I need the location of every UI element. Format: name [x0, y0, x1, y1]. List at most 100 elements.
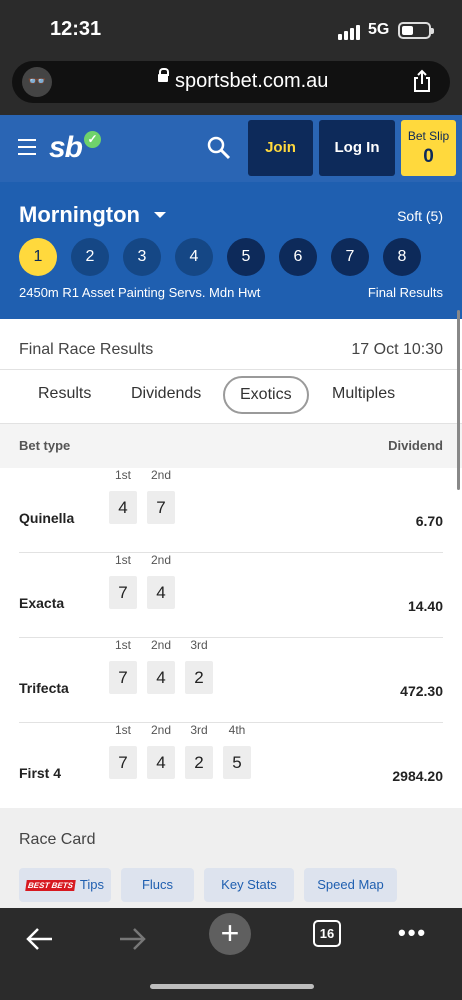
runner-number: 4 [147, 661, 175, 694]
position-cell: 2nd 7 [147, 468, 175, 524]
results-title: Final Race Results [19, 341, 154, 358]
search-icon[interactable] [207, 136, 231, 160]
battery-icon [398, 22, 434, 39]
position-label: 4th [228, 723, 246, 737]
status-time: 12:31 [50, 18, 102, 40]
logo-check-icon: ✓ [84, 131, 101, 148]
browser-toolbar: + 16 ••• [0, 908, 462, 1000]
position-label: 2nd [150, 468, 172, 482]
betslip-button[interactable]: Bet Slip 0 [401, 120, 456, 176]
table-row: First 4 1st 7 2nd 4 3rd 2 4th 5 2984.20 [19, 723, 443, 808]
position-cell: 4th 5 [223, 723, 251, 779]
table-row: Exacta 1st 7 2nd 4 14.40 [19, 553, 443, 638]
tabs-count-button[interactable]: 16 [313, 920, 341, 947]
race-header: Mornington Soft (5) 1 2 3 4 5 6 7 8 2450… [0, 182, 462, 319]
position-cell: 3rd 2 [185, 723, 213, 779]
race-number-5[interactable]: 5 [227, 238, 265, 276]
runner-number: 2 [185, 746, 213, 779]
bet-type-name: Trifecta [19, 680, 69, 696]
race-number-4[interactable]: 4 [175, 238, 213, 276]
speed-map-button[interactable]: Speed Map [304, 868, 397, 902]
position-label: 2nd [150, 723, 172, 737]
bet-type-name: Quinella [19, 510, 75, 526]
position-label: 2nd [150, 553, 172, 567]
login-button[interactable]: Log In [319, 120, 395, 176]
runner-number: 7 [109, 576, 137, 609]
key-stats-button[interactable]: Key Stats [204, 868, 294, 902]
betslip-label: Bet Slip [407, 129, 450, 143]
flucs-button[interactable]: Flucs [121, 868, 194, 902]
position-cell: 3rd 2 [185, 638, 213, 694]
race-number-2[interactable]: 2 [71, 238, 109, 276]
runner-number: 4 [109, 491, 137, 524]
race-card-title: Race Card [19, 831, 96, 848]
chevron-down-icon[interactable] [154, 212, 166, 218]
url-bar[interactable]: 👓 sportsbet.com.au [12, 61, 450, 103]
network-type: 5G [368, 21, 390, 38]
bet-type-name: Exacta [19, 595, 65, 611]
runner-number: 7 [147, 491, 175, 524]
position-label: 2nd [150, 638, 172, 652]
back-arrow-icon[interactable] [24, 924, 54, 954]
position-cell: 2nd 4 [147, 723, 175, 779]
results-date: 17 Oct 10:30 [351, 341, 443, 358]
runner-number: 4 [147, 576, 175, 609]
column-dividend: Dividend [388, 438, 443, 453]
position-label: 1st [114, 468, 131, 482]
race-number-8[interactable]: 8 [383, 238, 421, 276]
url-text[interactable]: sportsbet.com.au [175, 70, 328, 93]
dividend-value: 14.40 [407, 598, 443, 614]
runner-number: 7 [109, 746, 137, 779]
results-tabs: Results Dividends Exotics Multiples [0, 375, 462, 420]
lock-icon [158, 68, 169, 82]
tab-results[interactable]: Results [38, 385, 91, 403]
column-bet-type: Bet type [19, 438, 71, 453]
best-bets-icon: BEST BETS [25, 880, 76, 892]
position-cell: 2nd 4 [147, 553, 175, 609]
dividend-value: 6.70 [415, 513, 443, 529]
dividend-value: 2984.20 [392, 768, 443, 784]
table-header: Bet type Dividend [0, 424, 462, 468]
position-label: 3rd [190, 723, 208, 737]
position-cell: 1st 4 [109, 468, 137, 524]
tab-exotics[interactable]: Exotics [223, 376, 309, 414]
table-row: Quinella 1st 4 2nd 7 6.70 [19, 468, 443, 553]
runner-number: 2 [185, 661, 213, 694]
table-row: Trifecta 1st 7 2nd 4 3rd 2 472.30 [19, 638, 443, 723]
home-indicator [150, 984, 314, 989]
position-label: 1st [114, 638, 131, 652]
venue-selector[interactable]: Mornington [19, 202, 140, 228]
dividend-value: 472.30 [400, 683, 443, 699]
join-button[interactable]: Join [248, 120, 313, 176]
signal-icon [338, 22, 362, 40]
divider [0, 369, 462, 370]
race-number-7[interactable]: 7 [331, 238, 369, 276]
sportsbet-logo[interactable]: sb [49, 131, 83, 165]
tab-dividends[interactable]: Dividends [131, 385, 201, 403]
race-status: Final Results [367, 285, 443, 300]
forward-arrow-icon[interactable] [118, 924, 148, 954]
position-cell: 1st 7 [109, 553, 137, 609]
tips-button[interactable]: BEST BETS Tips [19, 868, 111, 902]
new-tab-icon[interactable]: + [209, 913, 251, 955]
runner-number: 4 [147, 746, 175, 779]
status-bar: 12:31 5G [0, 0, 462, 56]
position-cell: 1st 7 [109, 638, 137, 694]
race-card-section: Race Card BEST BETS Tips Flucs Key Stats … [0, 808, 462, 908]
race-number-1[interactable]: 1 [19, 238, 57, 276]
runner-number: 7 [109, 661, 137, 694]
race-number-6[interactable]: 6 [279, 238, 317, 276]
results-header: Final Race Results 17 Oct 10:30 [19, 341, 443, 359]
scrollbar[interactable] [457, 310, 460, 490]
incognito-icon[interactable]: 👓 [22, 67, 52, 97]
share-icon[interactable] [412, 69, 432, 93]
tips-label: Tips [79, 877, 104, 892]
position-cell: 1st 7 [109, 723, 137, 779]
race-number-3[interactable]: 3 [123, 238, 161, 276]
betslip-count: 0 [423, 146, 434, 167]
menu-icon[interactable] [18, 139, 36, 155]
tab-multiples[interactable]: Multiples [332, 385, 395, 403]
more-menu-icon[interactable]: ••• [398, 920, 427, 946]
results-panel: Final Race Results 17 Oct 10:30 Results … [0, 319, 462, 808]
runner-number: 5 [223, 746, 251, 779]
